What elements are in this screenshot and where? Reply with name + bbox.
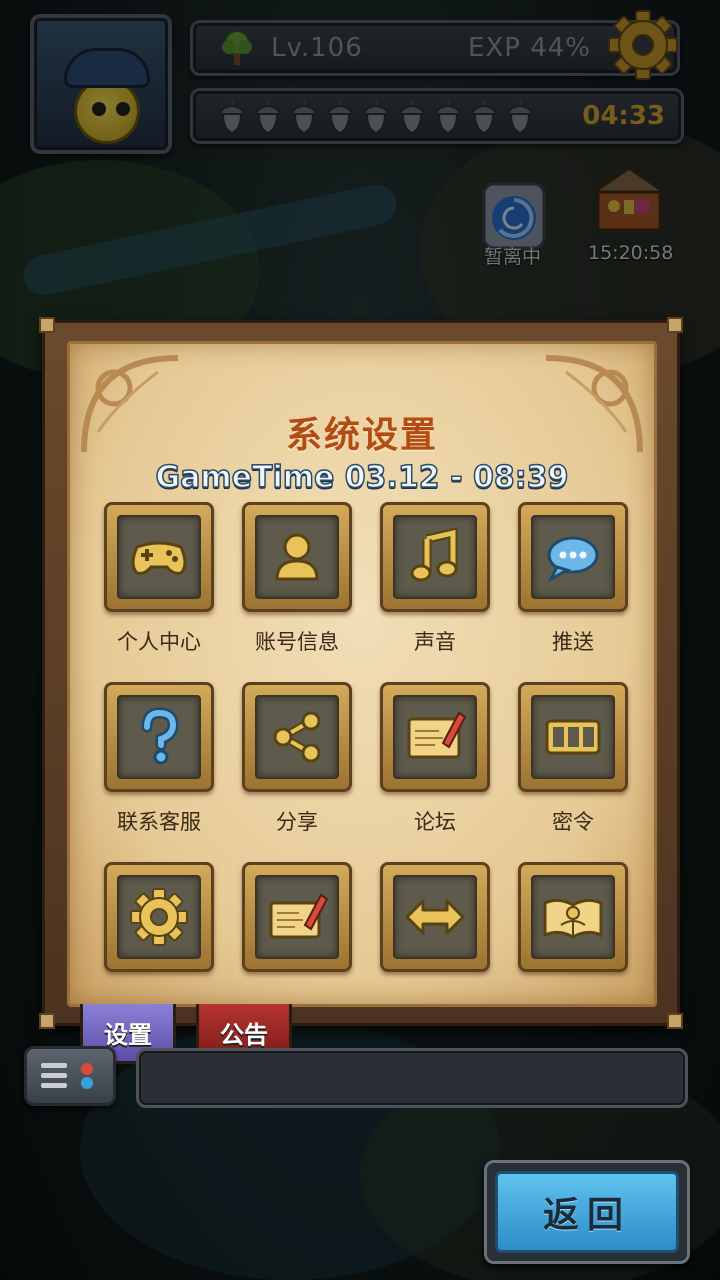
menu-item-label: 联系客服 [117,810,201,834]
back-button[interactable]: 返回 [484,1160,690,1264]
tile-button[interactable] [242,682,352,792]
gear-icon [130,888,188,946]
menu-item-push[interactable]: 推送 [518,502,628,654]
tile-button[interactable] [104,862,214,972]
menu-item-customer-service[interactable]: 联系客服 [104,682,214,834]
tile-button[interactable] [104,502,214,612]
menu-item-label: 推送 [552,630,594,654]
menu-item-account-info[interactable]: 账号信息 [242,502,352,654]
open-book-icon [543,898,603,939]
menu-item-forum[interactable]: 论坛 [380,682,490,834]
tile-button[interactable] [104,682,214,792]
game-time: GameTime 03.12 - 08:39 [155,459,570,496]
tile-button[interactable] [380,862,490,972]
menu-item-guide[interactable] [518,862,628,1012]
tab-notice-label: 公告 [220,1021,268,1049]
chat-bubble-icon [547,536,599,583]
tile-button[interactable] [380,502,490,612]
chat-menu-button[interactable] [24,1046,116,1106]
menu-item-label: 分享 [276,810,318,834]
tab-settings-label: 设置 [104,1021,152,1049]
user-icon [275,533,319,581]
music-note-icon [410,527,458,582]
question-mark-icon [141,707,179,765]
menu-item-label: 个人中心 [117,630,201,654]
tile-button[interactable] [242,862,352,972]
system-settings-dialog: 系统设置 GameTime 03.12 - 08:39 个人中心 账号信息 声音… [39,317,683,1029]
tile-button[interactable] [242,502,352,612]
menu-item-settings[interactable] [104,862,214,1012]
letter-pencil-icon [269,893,329,939]
menu-item-share[interactable]: 分享 [242,682,352,834]
double-arrow-icon [405,899,465,935]
tile-button[interactable] [518,502,628,612]
code-box-icon [545,719,601,755]
menu-item-label: 账号信息 [255,630,339,654]
menu-item-secret-code[interactable]: 密令 [518,682,628,834]
menu-item-label: 声音 [414,630,456,654]
gamepad-icon [131,541,187,575]
tile-button[interactable] [518,862,628,972]
share-icon [273,711,321,763]
menu-item-label: 密令 [552,810,594,834]
menu-item-switch[interactable] [380,862,490,1012]
menu-item-letter[interactable] [242,862,352,1012]
menu-item-personal-center[interactable]: 个人中心 [104,502,214,654]
note-pencil-icon [407,711,467,759]
chat-message-bar[interactable] [136,1048,688,1108]
menu-item-sound[interactable]: 声音 [380,502,490,654]
dialog-title: 系统设置 [285,415,438,456]
tile-button[interactable] [518,682,628,792]
dialog-parchment: 系统设置 GameTime 03.12 - 08:39 个人中心 账号信息 声音… [67,341,657,1007]
back-button-label: 返回 [542,1195,631,1236]
menu-item-label: 论坛 [414,810,456,834]
tile-button[interactable] [380,682,490,792]
menu-list-icon [41,1063,93,1089]
